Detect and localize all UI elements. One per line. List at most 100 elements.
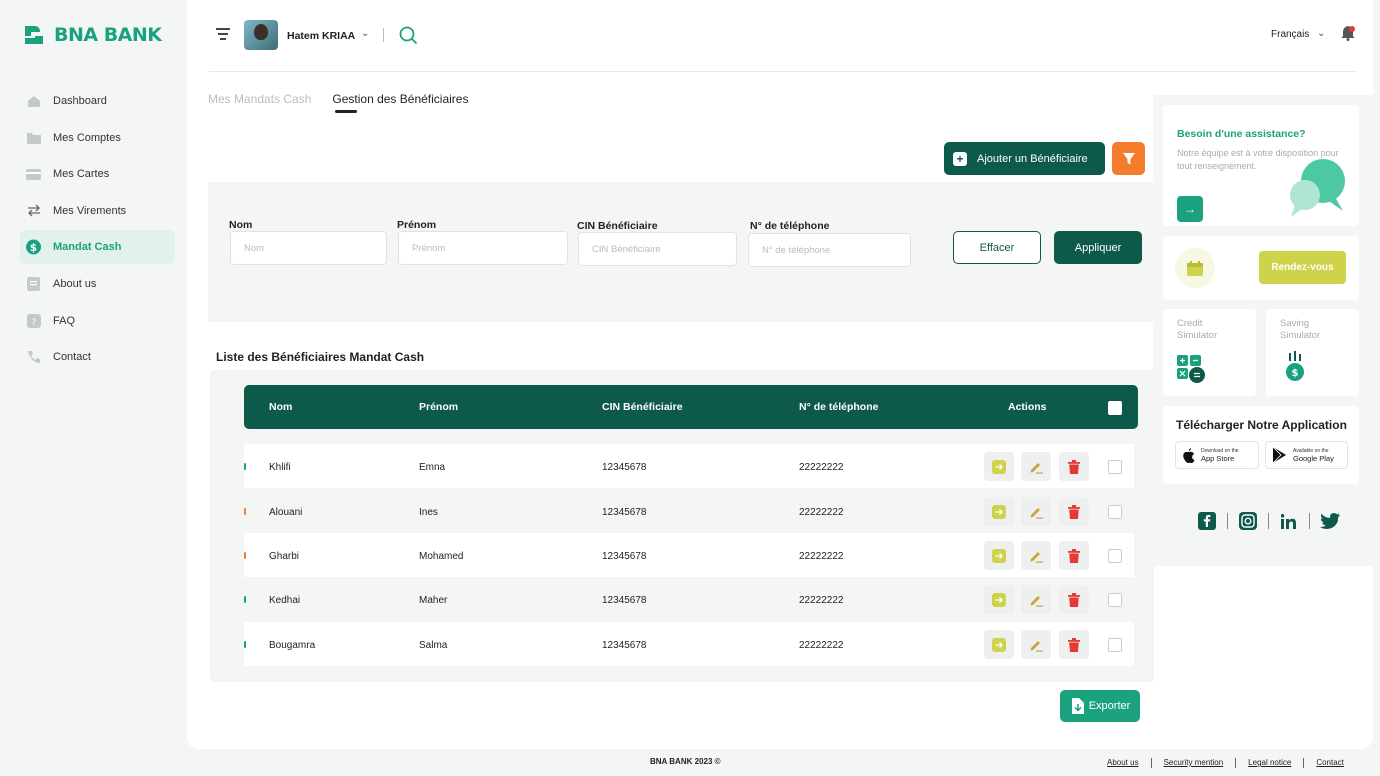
row-checkbox[interactable] xyxy=(1108,505,1122,519)
table-header: Nom Prénom CIN Bénéficiaire N° de téléph… xyxy=(244,385,1138,429)
language-selector[interactable]: Français xyxy=(1271,29,1309,40)
top-header: Hatem KRIAA ⌄ Français ⌄ xyxy=(209,0,1357,72)
edit-button[interactable] xyxy=(1021,452,1051,481)
trash-icon xyxy=(1068,504,1080,519)
cell-cin: 12345678 xyxy=(602,640,647,651)
filter-cin-label: CIN Bénéficiaire xyxy=(577,220,658,232)
user-name[interactable]: Hatem KRIAA xyxy=(287,30,355,42)
sidebar-item-faq[interactable]: ? FAQ xyxy=(20,304,175,338)
edit-button[interactable] xyxy=(1021,497,1051,526)
table-row: Kedhai Maher 12345678 22222222 xyxy=(244,577,1134,621)
facebook-icon[interactable] xyxy=(1197,511,1217,531)
sidebar-item-mes-virements[interactable]: Mes Virements xyxy=(20,194,175,228)
delete-button[interactable] xyxy=(1059,497,1089,526)
transfer-icon xyxy=(26,203,41,218)
footer-links: About us Security mention Legal notice C… xyxy=(1107,758,1344,768)
edit-button[interactable] xyxy=(1021,630,1051,659)
select-all-checkbox[interactable] xyxy=(1108,401,1122,415)
google-play-small-label: Available on the xyxy=(1293,447,1329,454)
filter-tel-input[interactable] xyxy=(748,233,911,267)
add-beneficiary-label: Ajouter un Bénéficiaire xyxy=(977,152,1088,165)
document-icon xyxy=(26,276,41,291)
cell-prenom: Ines xyxy=(419,507,438,518)
sidebar-item-dashboard[interactable]: Dashboard xyxy=(20,84,175,118)
linkedin-icon[interactable] xyxy=(1279,511,1299,531)
export-button[interactable]: Exporter xyxy=(1060,690,1140,722)
avatar[interactable] xyxy=(244,20,278,50)
chevron-down-icon[interactable]: ⌄ xyxy=(361,28,369,39)
send-mandat-button[interactable] xyxy=(984,541,1014,570)
row-checkbox[interactable] xyxy=(1108,638,1122,652)
bna-logo-icon xyxy=(25,26,43,44)
cell-telephone: 22222222 xyxy=(799,640,844,651)
twitter-icon[interactable] xyxy=(1320,511,1340,531)
sidebar-item-mes-cartes[interactable]: Mes Cartes xyxy=(20,157,175,191)
row-checkbox[interactable] xyxy=(1108,549,1122,563)
appointment-button[interactable]: Rendez-vous xyxy=(1259,251,1346,284)
send-mandat-button[interactable] xyxy=(984,497,1014,526)
saving-simulator-card[interactable]: Saving Simulator $ xyxy=(1266,309,1359,396)
send-mandat-button[interactable] xyxy=(984,452,1014,481)
row-checkbox[interactable] xyxy=(1108,460,1122,474)
sidebar-item-about-us[interactable]: About us xyxy=(20,267,175,301)
cell-cin: 12345678 xyxy=(602,595,647,606)
google-play-button[interactable]: Available on the Google Play xyxy=(1265,441,1348,469)
filter-button[interactable] xyxy=(1112,142,1145,175)
footer-link-about-us[interactable]: About us xyxy=(1107,758,1139,768)
menu-icon[interactable] xyxy=(216,28,230,43)
delete-button[interactable] xyxy=(1059,585,1089,614)
cell-nom: Khlifi xyxy=(269,462,291,473)
appointment-card: Rendez-vous xyxy=(1163,236,1359,300)
cell-cin: 12345678 xyxy=(602,551,647,562)
footer-link-contact[interactable]: Contact xyxy=(1316,758,1344,768)
add-beneficiary-button[interactable]: + Ajouter un Bénéficiaire xyxy=(944,142,1105,175)
instagram-icon[interactable] xyxy=(1238,511,1258,531)
footer-link-legal-notice[interactable]: Legal notice xyxy=(1248,758,1291,768)
filter-prenom-input[interactable] xyxy=(398,231,568,265)
status-marker xyxy=(244,596,246,603)
credit-simulator-card[interactable]: Credit Simulator xyxy=(1163,309,1256,396)
credit-simulator-label: Credit Simulator xyxy=(1177,318,1218,341)
delete-button[interactable] xyxy=(1059,541,1089,570)
edit-button[interactable] xyxy=(1021,585,1051,614)
delete-button[interactable] xyxy=(1059,452,1089,481)
sidebar-item-mes-comptes[interactable]: Mes Comptes xyxy=(20,121,175,155)
app-store-label: App Store xyxy=(1201,453,1235,463)
cell-telephone: 22222222 xyxy=(799,507,844,518)
tab-mes-mandats-cash[interactable]: Mes Mandats Cash xyxy=(208,92,311,106)
row-checkbox[interactable] xyxy=(1108,593,1122,607)
send-mandat-button[interactable] xyxy=(984,630,1014,659)
apply-filters-button[interactable]: Appliquer xyxy=(1054,231,1142,264)
filter-cin-input[interactable] xyxy=(578,232,737,266)
column-header-telephone: N° de téléphone xyxy=(799,401,879,413)
delete-button[interactable] xyxy=(1059,630,1089,659)
sidebar-item-contact[interactable]: Contact xyxy=(20,340,175,374)
send-mandat-button[interactable] xyxy=(984,585,1014,614)
bank-name: BNA BANK xyxy=(54,24,162,46)
search-icon[interactable] xyxy=(399,26,418,48)
status-marker xyxy=(244,641,246,648)
assistance-arrow-button[interactable]: → xyxy=(1177,196,1203,222)
cell-prenom: Salma xyxy=(419,640,448,651)
arrow-right-icon xyxy=(992,504,1006,519)
calculator-icon xyxy=(1177,355,1205,383)
pencil-icon xyxy=(1030,640,1043,652)
sidebar-item-mandat-cash[interactable]: $ Mandat Cash xyxy=(20,230,175,265)
edit-button[interactable] xyxy=(1021,541,1051,570)
footer-link-security-mention[interactable]: Security mention xyxy=(1164,758,1224,768)
tab-gestion-beneficiaires[interactable]: Gestion des Bénéficiaires xyxy=(332,92,468,113)
bank-logo[interactable]: BNA BANK xyxy=(22,23,162,47)
app-store-button[interactable]: Download on the App Store xyxy=(1175,441,1259,469)
sidebar-item-label: Mes Virements xyxy=(53,204,127,217)
sidebar-item-label: Mes Cartes xyxy=(53,168,110,181)
chevron-down-icon[interactable]: ⌄ xyxy=(1317,28,1325,39)
question-icon: ? xyxy=(26,313,41,328)
calendar-icon xyxy=(1175,248,1215,288)
filter-nom-input[interactable] xyxy=(230,231,387,265)
clear-filters-button[interactable]: Effacer xyxy=(953,231,1041,264)
filter-tel-label: N° de téléphone xyxy=(750,220,830,232)
folder-icon xyxy=(26,130,41,145)
cell-prenom: Maher xyxy=(419,595,448,606)
cell-nom: Bougamra xyxy=(269,640,316,651)
bell-icon[interactable] xyxy=(1341,25,1355,44)
